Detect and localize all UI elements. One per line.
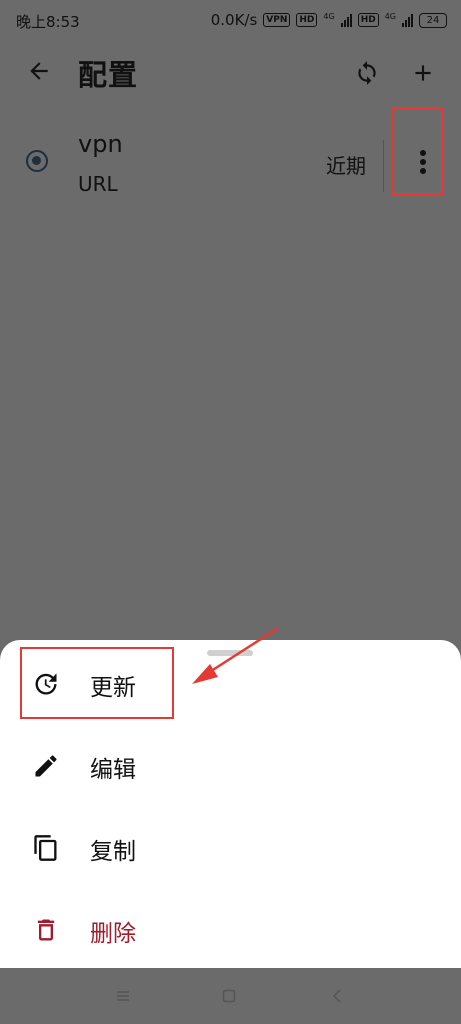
page-title: 配置 (78, 58, 139, 92)
sync-icon[interactable] (354, 60, 380, 86)
copy-icon (34, 835, 57, 861)
profile-radio[interactable] (26, 150, 48, 172)
pencil-icon (35, 755, 57, 777)
annotation-box-more (391, 107, 443, 195)
app-bar: 配置 (0, 44, 461, 104)
menu-label-copy: 复制 (90, 839, 136, 865)
hd-icon: HD (296, 13, 318, 27)
network-type-label-2: 4G (384, 11, 396, 21)
menu-item-copy[interactable]: 复制 (0, 812, 461, 882)
network-type-label: 4G (323, 11, 335, 21)
status-bar: 晚上8:53 0.0K/s VPN HD 4G HD 4G 24 (0, 0, 461, 40)
plus-icon[interactable] (410, 60, 436, 86)
status-time: 晚上8:53 (16, 13, 80, 31)
menu-label-edit: 编辑 (90, 757, 136, 783)
network-speed: 0.0K/s (210, 11, 258, 29)
menu-nav-icon[interactable] (115, 988, 131, 1004)
back-nav-icon[interactable] (330, 988, 346, 1004)
system-nav-bar (0, 968, 461, 1024)
menu-item-edit[interactable]: 编辑 (0, 730, 461, 800)
annotation-box-update (20, 647, 174, 719)
home-nav-icon[interactable] (221, 988, 237, 1004)
signal-icon-2 (402, 13, 413, 27)
hd-icon-2: HD (357, 13, 379, 27)
trash-icon (37, 919, 55, 941)
profile-type: URL (78, 172, 118, 196)
menu-item-delete[interactable]: 删除 (0, 894, 461, 964)
menu-label-delete: 删除 (90, 921, 136, 947)
profile-name: vpn (78, 130, 123, 158)
vpn-icon: VPN (263, 13, 291, 27)
profile-updated: 近期 (326, 154, 366, 178)
divider (383, 140, 384, 192)
battery-icon: 24 (419, 12, 447, 28)
arrow-left-icon[interactable] (26, 58, 52, 84)
status-icons: 0.0K/s VPN HD 4G HD 4G 24 (211, 11, 447, 29)
signal-icon (340, 13, 352, 27)
